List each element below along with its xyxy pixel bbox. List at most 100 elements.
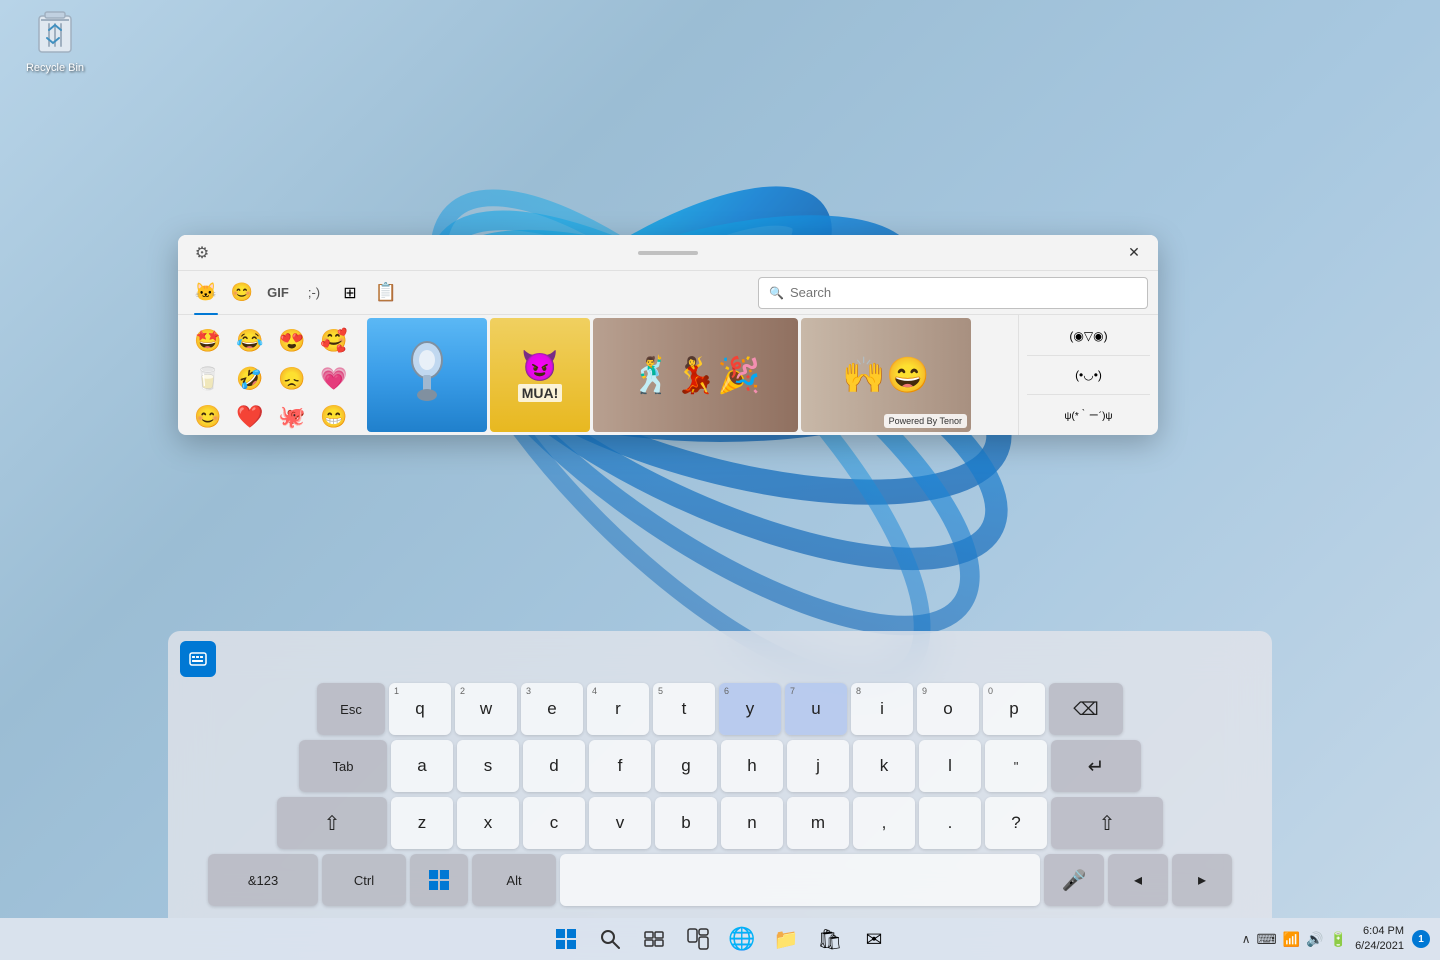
key-b[interactable]: b [655, 797, 717, 849]
taskbar-start-button[interactable] [546, 919, 586, 959]
key-arrow-left[interactable]: ◂ [1108, 854, 1168, 906]
key-s[interactable]: s [457, 740, 519, 792]
tab-clipboard[interactable]: 📋 [368, 275, 404, 311]
taskbar: 🌐 📁 🛍 ✉ ∧ ⌨ 📶 🔊 🔋 6:04 PM 6/24/2021 1 [0, 918, 1440, 960]
taskbar-widgets-button[interactable] [678, 919, 718, 959]
taskbar-keyboard-icon[interactable]: ⌨ [1257, 931, 1277, 948]
key-p[interactable]: 0p [983, 683, 1045, 735]
emoji-cell[interactable]: 🐙 [272, 399, 312, 435]
emoji-cell[interactable]: 😁 [314, 399, 354, 435]
key-enter[interactable]: ↵ [1051, 740, 1141, 792]
key-row-4: &123 Ctrl Alt 🎤 ◂ ▸ [176, 854, 1264, 906]
emoji-cell[interactable]: 🤩 [188, 323, 228, 359]
key-shift-left[interactable]: ⇧ [277, 797, 387, 849]
keyboard-rows: Esc 1q 2w 3e 4r 5t 6y 7u 8i 9o 0p ⌫ Tab … [176, 683, 1264, 906]
kaomoji-area: (◉▽◉) (•◡•) ψ(*｀ー´)ψ [1018, 315, 1158, 435]
recycle-bin[interactable]: Recycle Bin [20, 10, 90, 74]
gif-item-4[interactable]: 🙌😄 Powered By Tenor [801, 318, 971, 432]
emoji-cell[interactable]: ❤️ [230, 399, 270, 435]
key-z[interactable]: z [391, 797, 453, 849]
key-microphone[interactable]: 🎤 [1044, 854, 1104, 906]
taskbar-edge-button[interactable]: 🌐 [722, 919, 762, 959]
key-m[interactable]: m [787, 797, 849, 849]
taskbar-volume-icon[interactable]: 🔊 [1306, 931, 1323, 948]
key-y[interactable]: 6y [719, 683, 781, 735]
kaomoji-item-1[interactable]: (◉▽◉) [1023, 321, 1154, 351]
tab-smiley[interactable]: 😊 [224, 275, 260, 311]
key-f[interactable]: f [589, 740, 651, 792]
key-backspace[interactable]: ⌫ [1049, 683, 1123, 735]
key-g[interactable]: g [655, 740, 717, 792]
emoji-cell[interactable]: 💗 [314, 361, 354, 397]
taskbar-mail-button[interactable]: ✉ [854, 919, 894, 959]
key-r[interactable]: 4r [587, 683, 649, 735]
emoji-cell[interactable]: 😍 [272, 323, 312, 359]
emoji-cell[interactable]: 🤣 [230, 361, 270, 397]
emoji-cell[interactable]: 😊 [188, 399, 228, 435]
keyboard-mode-button[interactable] [180, 641, 216, 677]
key-w[interactable]: 2w [455, 683, 517, 735]
gif-1-content [367, 318, 487, 432]
key-q[interactable]: 1q [389, 683, 451, 735]
tab-emoji[interactable]: 🐱 [188, 275, 224, 311]
emoji-cell[interactable]: 😞 [272, 361, 312, 397]
key-x[interactable]: x [457, 797, 519, 849]
panel-close-button[interactable]: ✕ [1120, 239, 1148, 267]
recycle-bin-label: Recycle Bin [26, 62, 84, 74]
taskbar-explorer-button[interactable]: 📁 [766, 919, 806, 959]
key-quote[interactable]: " [985, 740, 1047, 792]
key-windows[interactable] [410, 854, 468, 906]
key-n[interactable]: n [721, 797, 783, 849]
key-v[interactable]: v [589, 797, 651, 849]
key-j[interactable]: j [787, 740, 849, 792]
key-space[interactable] [560, 854, 1040, 906]
gif-item-2[interactable]: 😈 MUA! [490, 318, 590, 432]
key-a[interactable]: a [391, 740, 453, 792]
keyboard-top-bar [176, 639, 1264, 679]
panel-settings-button[interactable]: ⚙ [188, 239, 216, 267]
key-shift-right[interactable]: ⇧ [1051, 797, 1163, 849]
gif-item-3[interactable]: 🕺💃🎉 [593, 318, 798, 432]
powered-by-tenor-badge: Powered By Tenor [884, 414, 967, 428]
kaomoji-item-3[interactable]: ψ(*｀ー´)ψ [1023, 399, 1154, 429]
key-row-3: ⇧ z x c v b n m , . ? ⇧ [176, 797, 1264, 849]
taskbar-wifi-icon[interactable]: 📶 [1283, 931, 1300, 948]
key-i[interactable]: 8i [851, 683, 913, 735]
key-alt[interactable]: Alt [472, 854, 556, 906]
emoji-cell[interactable]: 🥛 [188, 361, 228, 397]
key-k[interactable]: k [853, 740, 915, 792]
taskbar-store-button[interactable]: 🛍 [810, 919, 850, 959]
taskbar-taskview-button[interactable] [634, 919, 674, 959]
kaomoji-item-2[interactable]: (•◡•) [1023, 360, 1154, 390]
key-l[interactable]: l [919, 740, 981, 792]
key-h[interactable]: h [721, 740, 783, 792]
taskbar-battery-icon[interactable]: 🔋 [1330, 931, 1347, 948]
key-c[interactable]: c [523, 797, 585, 849]
taskbar-chevron-icon[interactable]: ∧ [1242, 932, 1251, 946]
gif-item-1[interactable] [367, 318, 487, 432]
key-symbols[interactable]: &123 [208, 854, 318, 906]
key-row-1: Esc 1q 2w 3e 4r 5t 6y 7u 8i 9o 0p ⌫ [176, 683, 1264, 735]
key-comma[interactable]: , [853, 797, 915, 849]
taskbar-datetime[interactable]: 6:04 PM 6/24/2021 [1355, 924, 1404, 955]
key-d[interactable]: d [523, 740, 585, 792]
key-arrow-right[interactable]: ▸ [1172, 854, 1232, 906]
key-ctrl[interactable]: Ctrl [322, 854, 406, 906]
search-input[interactable] [790, 285, 1137, 300]
key-o[interactable]: 9o [917, 683, 979, 735]
key-tab[interactable]: Tab [299, 740, 387, 792]
panel-search-box[interactable]: 🔍 [758, 277, 1148, 309]
key-t[interactable]: 5t [653, 683, 715, 735]
key-u[interactable]: 7u [785, 683, 847, 735]
taskbar-notification-badge[interactable]: 1 [1412, 930, 1430, 948]
key-question[interactable]: ? [985, 797, 1047, 849]
tab-symbols[interactable]: ⊞ [332, 275, 368, 311]
emoji-cell[interactable]: 🥰 [314, 323, 354, 359]
key-esc[interactable]: Esc [317, 683, 385, 735]
key-period[interactable]: . [919, 797, 981, 849]
emoji-cell[interactable]: 😂 [230, 323, 270, 359]
tab-gif[interactable]: GIF [260, 275, 296, 311]
key-e[interactable]: 3e [521, 683, 583, 735]
taskbar-search-button[interactable] [590, 919, 630, 959]
tab-kaomoji[interactable]: ;-) [296, 275, 332, 311]
